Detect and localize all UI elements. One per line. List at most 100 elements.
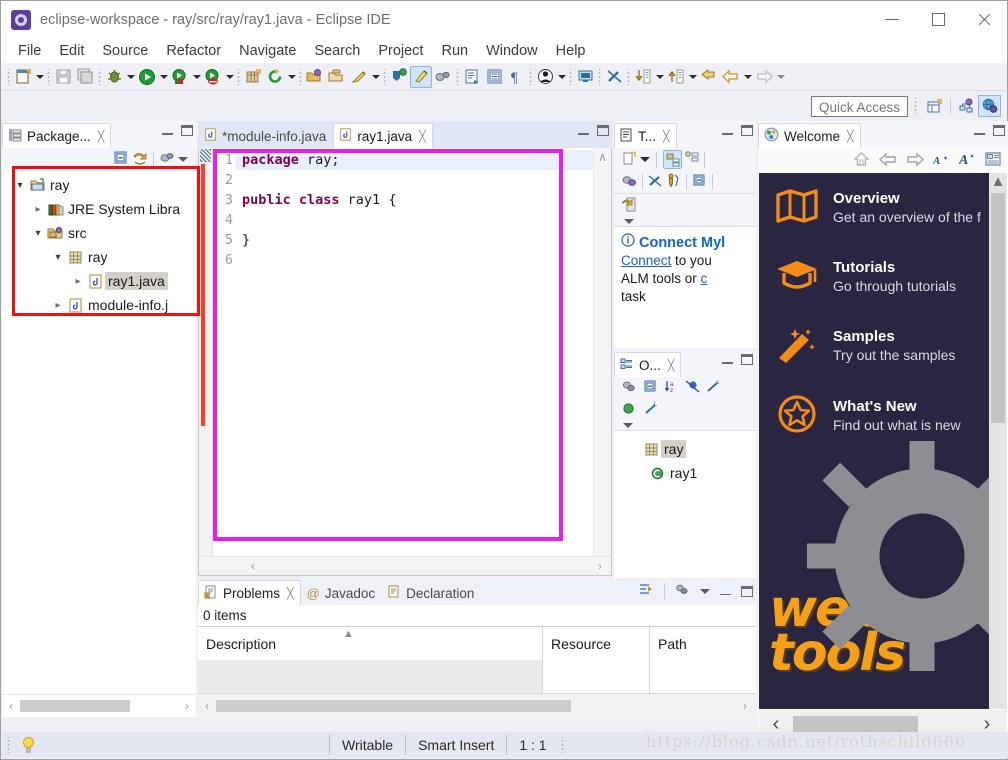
- open-type-icon[interactable]: [304, 66, 326, 88]
- search-input[interactable]: Quick Access: [810, 95, 908, 117]
- minimize-button[interactable]: [869, 1, 915, 38]
- home-icon[interactable]: [853, 151, 870, 170]
- close-icon[interactable]: ╳: [419, 130, 426, 143]
- pilcrow-icon[interactable]: ¶: [505, 66, 527, 88]
- tab-welcome[interactable]: Welcome ╳: [758, 123, 861, 148]
- close-button[interactable]: [961, 1, 1007, 38]
- outline-item-class[interactable]: ray1: [614, 461, 756, 485]
- tree-item-project[interactable]: ▾ ray: [2, 173, 196, 197]
- refresh-icon[interactable]: [264, 66, 286, 88]
- open-editor-icon[interactable]: [461, 66, 483, 88]
- disconnect-icon[interactable]: [603, 66, 625, 88]
- close-icon[interactable]: ╳: [847, 130, 854, 143]
- menu-source[interactable]: Source: [93, 41, 157, 61]
- new-java-project-icon[interactable]: [242, 66, 264, 88]
- hide-nonpublic-icon[interactable]: [622, 402, 635, 418]
- minimize-icon[interactable]: [578, 126, 589, 135]
- tab-outline[interactable]: O... ╳: [614, 352, 682, 377]
- link-with-editor-icon[interactable]: [132, 150, 148, 169]
- search-dropdown-icon[interactable]: [370, 67, 381, 87]
- javaee-perspective-icon[interactable]: [978, 95, 1001, 117]
- toggle-mark-occurrences-icon[interactable]: [410, 65, 432, 88]
- menu-help[interactable]: Help: [547, 41, 595, 61]
- close-icon[interactable]: ╳: [98, 130, 105, 143]
- editor-hscrollbar[interactable]: ‹ ›: [199, 556, 611, 575]
- skip-breakpoints-icon[interactable]: [432, 66, 454, 88]
- tree-item-module-info[interactable]: ▸ module-info.j: [2, 293, 196, 317]
- outline-item-package[interactable]: ray: [614, 437, 756, 461]
- tree-item-jre-library[interactable]: ▸ JRE System Libra: [2, 197, 196, 221]
- new-task-dropdown-icon[interactable]: [640, 157, 650, 162]
- task-repositories-icon[interactable]: [622, 196, 639, 216]
- maximize-icon[interactable]: [741, 125, 753, 136]
- package-explorer-hscrollbar[interactable]: ‹ ›: [2, 694, 196, 717]
- scroll-right-icon[interactable]: ›: [178, 699, 196, 713]
- tab-ray1-java[interactable]: ray1.java ╳: [333, 123, 433, 148]
- save-all-icon[interactable]: [74, 66, 96, 88]
- close-icon[interactable]: ╳: [663, 130, 670, 143]
- customize-page-icon[interactable]: [985, 152, 1002, 170]
- menu-navigate[interactable]: Navigate: [230, 41, 305, 61]
- minimize-icon[interactable]: [722, 355, 733, 364]
- collapse-all-icon[interactable]: [692, 173, 707, 191]
- run-icon[interactable]: [136, 66, 158, 88]
- welcome-item-samples[interactable]: Samples Try out the samples: [759, 311, 1007, 380]
- filter-icon[interactable]: [666, 173, 681, 191]
- maximize-icon[interactable]: [741, 585, 753, 597]
- welcome-item-overview[interactable]: Overview Get an overview of the f: [759, 173, 1007, 242]
- previous-annotation-icon[interactable]: [665, 66, 687, 88]
- editor-canvas[interactable]: 1 2 3 4 5 6 package ray; public class ra…: [198, 148, 612, 576]
- tab-javadoc[interactable]: @ Javadoc: [300, 580, 383, 605]
- menu-file[interactable]: File: [9, 41, 50, 61]
- welcome-item-whats-new[interactable]: What's New Find out what is new: [759, 380, 1007, 451]
- minimize-icon[interactable]: [974, 126, 985, 135]
- view-menu-icon[interactable]: [624, 219, 634, 224]
- last-edit-location-icon[interactable]: [698, 66, 720, 88]
- scroll-left-icon[interactable]: ‹: [198, 699, 216, 713]
- view-menu-icon[interactable]: [159, 150, 175, 169]
- editor-source-code[interactable]: package ray; public class ray1 { }: [236, 148, 593, 557]
- sort-icon[interactable]: az: [664, 379, 679, 397]
- console-icon[interactable]: [574, 66, 596, 88]
- previous-annotation-dropdown-icon[interactable]: [687, 67, 698, 87]
- minimize-icon[interactable]: [722, 126, 733, 135]
- categorize-icon[interactable]: [663, 150, 682, 169]
- column-header-description[interactable]: Description ▲: [198, 627, 543, 660]
- tree-item-ray1-java[interactable]: ▸ ray1.java: [2, 269, 196, 293]
- open-perspective-icon[interactable]: [923, 95, 946, 117]
- tree-item-package[interactable]: ▾ ray: [2, 245, 196, 269]
- editor-annotation-ruler[interactable]: [199, 148, 213, 557]
- welcome-vscrollbar[interactable]: ▲: [989, 173, 1007, 709]
- back-dropdown-icon[interactable]: [742, 67, 753, 87]
- minimize-icon[interactable]: [720, 587, 731, 596]
- collapse-all-icon[interactable]: [113, 150, 129, 169]
- maximize-button[interactable]: [915, 1, 961, 38]
- scroll-right-icon[interactable]: ›: [589, 559, 611, 573]
- forward-dropdown-icon[interactable]: [775, 67, 786, 87]
- editor-vscrollbar[interactable]: ∧: [593, 148, 611, 557]
- chevron-right-icon[interactable]: ▸: [50, 300, 66, 311]
- synchronize-icon[interactable]: [622, 173, 637, 191]
- chevron-right-icon[interactable]: ▸: [70, 276, 86, 287]
- tab-package-explorer[interactable]: Package... ╳: [2, 123, 112, 148]
- increase-font-icon[interactable]: A: [958, 151, 976, 170]
- new-wizard-icon[interactable]: [12, 66, 34, 88]
- search-icon[interactable]: [348, 66, 370, 88]
- menu-search[interactable]: Search: [305, 41, 369, 61]
- minimize-icon[interactable]: [162, 126, 173, 135]
- chevron-down-icon[interactable]: ▾: [12, 180, 28, 191]
- debug-icon[interactable]: [103, 66, 125, 88]
- save-icon[interactable]: [52, 66, 74, 88]
- new-java-class-icon[interactable]: [388, 66, 410, 88]
- forward-icon[interactable]: [753, 66, 775, 88]
- view-menu-icon[interactable]: [623, 423, 633, 428]
- hide-fields-icon[interactable]: [685, 379, 700, 397]
- decrease-font-icon[interactable]: A: [932, 152, 950, 170]
- welcome-item-tutorials[interactable]: Tutorials Go through tutorials: [759, 242, 1007, 311]
- problems-hscrollbar[interactable]: ‹ ›: [198, 693, 756, 717]
- scroll-left-icon[interactable]: ‹: [2, 699, 20, 713]
- close-icon[interactable]: ╳: [668, 359, 675, 372]
- view-dropdown-icon[interactable]: [178, 157, 188, 162]
- new-wizard-dropdown-icon[interactable]: [34, 67, 45, 87]
- tab-problems[interactable]: Problems ╳: [198, 580, 301, 605]
